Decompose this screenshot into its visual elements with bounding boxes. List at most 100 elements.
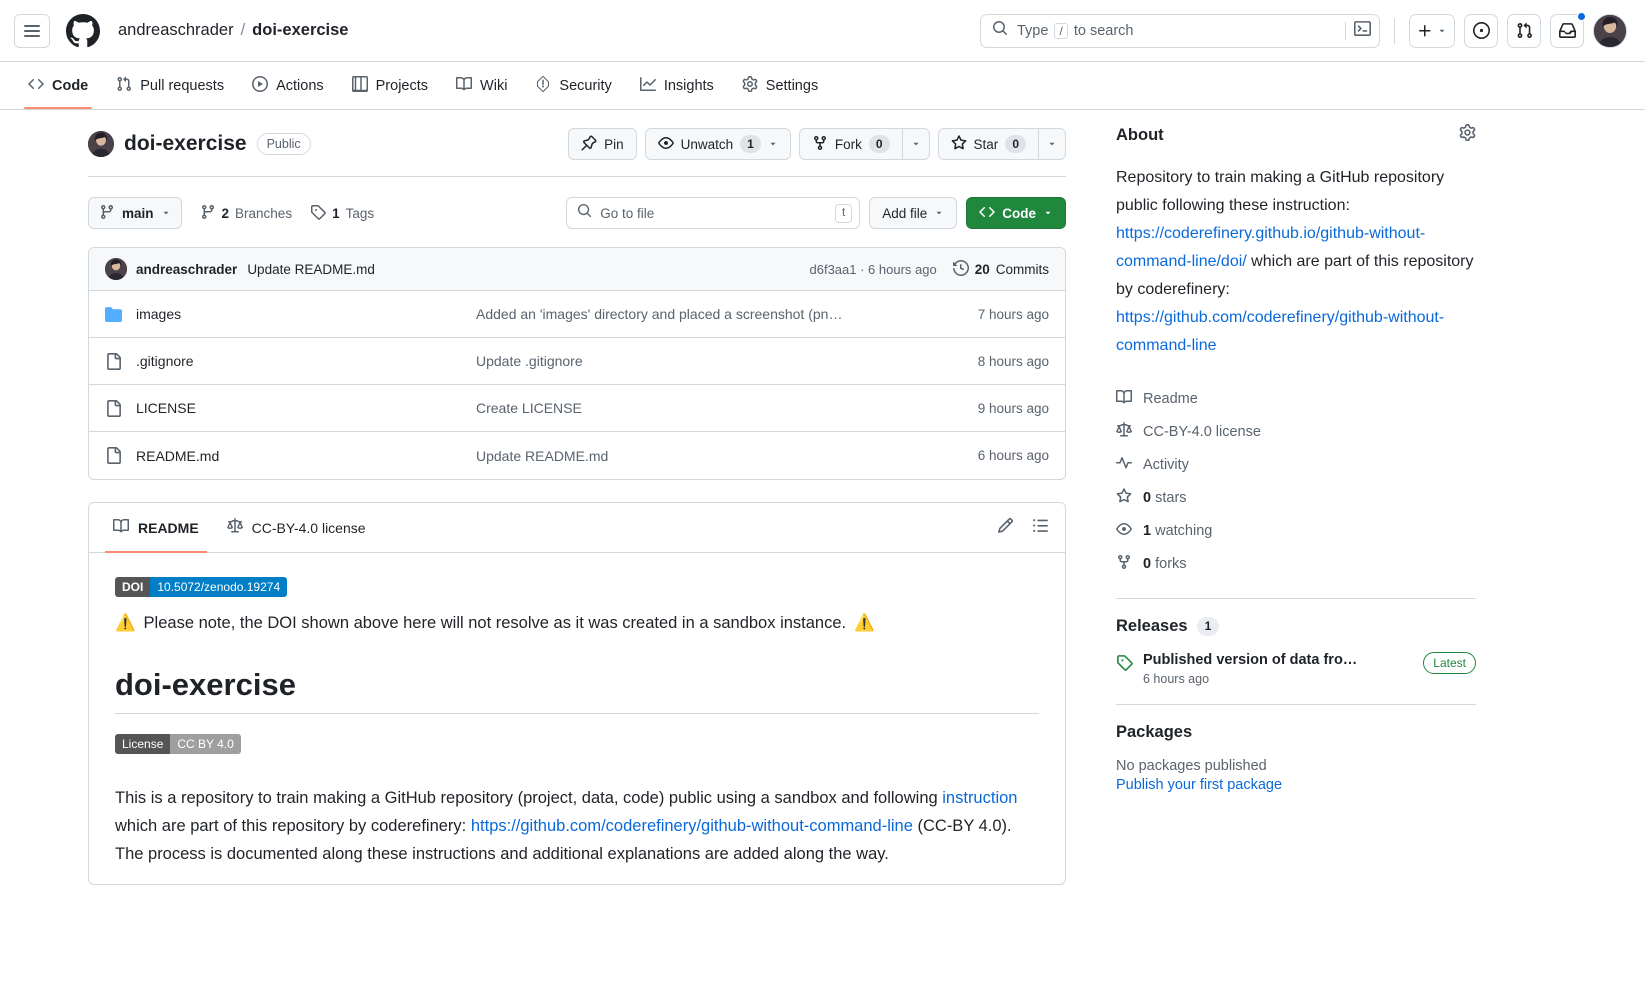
star-dropdown-button[interactable]	[1038, 128, 1066, 160]
search-input[interactable]: Type / to search	[980, 13, 1380, 48]
go-to-file-shortcut: t	[835, 203, 853, 223]
table-of-contents-icon[interactable]	[1032, 517, 1049, 539]
hamburger-menu-icon[interactable]	[14, 13, 50, 48]
issues-icon-button[interactable]	[1464, 13, 1498, 48]
readme-paragraph: This is a repository to train making a G…	[115, 784, 1039, 868]
file-name[interactable]: .gitignore	[136, 353, 476, 369]
tab-license[interactable]: CC-BY-4.0 license	[219, 503, 374, 552]
code-button[interactable]: Code	[966, 197, 1066, 229]
release-title[interactable]: Published version of data fro…	[1143, 652, 1357, 668]
repository-nav: Code Pull requests Actions Projects Wiki…	[0, 62, 1645, 110]
readme-instruction-link[interactable]: instruction	[942, 789, 1017, 807]
tab-code[interactable]: Code	[16, 62, 100, 109]
release-info: Published version of data fro… 6 hours a…	[1143, 652, 1357, 686]
sidebar-item-forks[interactable]: 0 forks	[1116, 547, 1476, 580]
license-badge[interactable]: License CC BY 4.0	[115, 734, 241, 754]
branches-count: 2	[221, 205, 230, 221]
sidebar-item-watching[interactable]: 1 watching	[1116, 514, 1476, 547]
star-button-group: Star 0	[937, 128, 1066, 160]
releases-header: Releases 1	[1116, 617, 1476, 636]
file-name[interactable]: images	[136, 306, 476, 322]
tab-actions[interactable]: Actions	[240, 62, 336, 109]
fork-dropdown-button[interactable]	[901, 128, 930, 160]
book-icon	[456, 76, 473, 96]
about-settings-gear-icon[interactable]	[1459, 124, 1476, 146]
sidebar-item-label: Readme	[1143, 390, 1198, 407]
search-icon	[992, 20, 1008, 41]
pin-button[interactable]: Pin	[568, 128, 637, 160]
release-item[interactable]: Published version of data fro… 6 hours a…	[1116, 652, 1476, 686]
edit-pencil-icon[interactable]	[997, 517, 1014, 539]
tab-projects[interactable]: Projects	[340, 62, 440, 109]
file-name[interactable]: README.md	[136, 448, 476, 464]
file-commit-message[interactable]: Update .gitignore	[476, 353, 978, 369]
doi-badge-label: DOI	[115, 577, 151, 597]
fork-button[interactable]: Fork 0	[798, 128, 902, 160]
branch-selector[interactable]: main	[88, 197, 182, 229]
table-row[interactable]: images Added an 'images' directory and p…	[89, 291, 1065, 338]
unwatch-button[interactable]: Unwatch 1	[644, 128, 791, 160]
packages-empty-text: No packages published	[1116, 758, 1267, 774]
go-to-file-placeholder: Go to file	[600, 205, 655, 221]
add-file-button[interactable]: Add file	[869, 197, 958, 229]
sidebar-item-label: 0 forks	[1143, 556, 1187, 572]
file-commit-message[interactable]: Create LICENSE	[476, 400, 978, 416]
tag-icon	[1116, 652, 1133, 676]
file-name[interactable]: LICENSE	[136, 400, 476, 416]
license-badge-label: License	[115, 734, 171, 754]
forks-count: 0	[1143, 555, 1152, 572]
sidebar-divider	[1116, 598, 1476, 599]
header-actions: Type / to search	[980, 11, 1627, 48]
commit-author[interactable]: andreaschrader	[136, 262, 237, 277]
doi-badge[interactable]: DOI 10.5072/zenodo.19274	[115, 577, 288, 597]
pull-requests-icon-button[interactable]	[1507, 13, 1541, 48]
sidebar-item-stars[interactable]: 0 stars	[1116, 481, 1476, 514]
tags-link[interactable]: 1 Tags	[310, 204, 374, 223]
user-avatar[interactable]	[1593, 13, 1627, 48]
star-button[interactable]: Star 0	[937, 128, 1038, 160]
sidebar-item-license[interactable]: CC-BY-4.0 license	[1116, 415, 1476, 448]
owner-avatar[interactable]	[88, 131, 114, 157]
table-row[interactable]: README.md Update README.md 6 hours ago	[89, 432, 1065, 479]
breadcrumb-owner[interactable]: andreaschrader	[118, 21, 234, 40]
tab-wiki[interactable]: Wiki	[444, 62, 519, 109]
sidebar-item-activity[interactable]: Activity	[1116, 448, 1476, 481]
commit-author-avatar[interactable]	[105, 258, 127, 280]
sidebar-divider	[1116, 704, 1476, 705]
star-count: 0	[1005, 135, 1026, 153]
table-icon	[351, 75, 368, 96]
table-row[interactable]: .gitignore Update .gitignore 8 hours ago	[89, 338, 1065, 385]
branches-link[interactable]: 2 Branches	[200, 204, 292, 223]
notifications-button[interactable]	[1550, 11, 1586, 48]
go-to-file-input[interactable]: Go to file t	[566, 197, 861, 229]
commit-hash-and-time[interactable]: d6f3aa1 · 6 hours ago	[810, 262, 937, 277]
file-time: 8 hours ago	[977, 353, 1049, 369]
tab-pull-requests[interactable]: Pull requests	[104, 62, 236, 109]
code-button-label: Code	[1002, 205, 1036, 221]
file-commit-message[interactable]: Added an 'images' directory and placed a…	[476, 306, 978, 322]
code-icon	[979, 204, 995, 223]
file-commit-message[interactable]: Update README.md	[476, 448, 978, 464]
about-link-github[interactable]: https://github.com/coderefinery/github-w…	[1116, 309, 1444, 354]
publish-package-link[interactable]: Publish your first package	[1116, 777, 1476, 793]
commits-count-link[interactable]: 20 Commits	[952, 259, 1049, 279]
tab-settings[interactable]: Settings	[730, 62, 830, 109]
create-new-button[interactable]	[1409, 13, 1455, 48]
star-icon	[951, 134, 967, 154]
breadcrumb-repo[interactable]: doi-exercise	[252, 21, 348, 40]
github-logo-icon[interactable]	[66, 13, 100, 48]
tab-readme[interactable]: README	[105, 503, 207, 553]
command-palette-icon[interactable]	[1354, 20, 1371, 42]
tab-readme-label: README	[138, 519, 199, 536]
tab-insights[interactable]: Insights	[628, 62, 726, 109]
page-body: doi-exercise Public Pin Unwatch 1 Fork 0…	[0, 110, 1645, 885]
breadcrumb: andreaschrader / doi-exercise	[118, 21, 348, 40]
table-row[interactable]: LICENSE Create LICENSE 9 hours ago	[89, 385, 1065, 432]
sidebar-item-readme[interactable]: Readme	[1116, 382, 1476, 415]
readme-coderefinery-link[interactable]: https://github.com/coderefinery/github-w…	[471, 817, 913, 835]
commit-message[interactable]: Update README.md	[247, 262, 375, 277]
search-divider	[1345, 21, 1346, 40]
page-title[interactable]: doi-exercise	[124, 132, 247, 156]
toolbar-right: Go to file t Add file Code	[566, 197, 1066, 229]
tab-security[interactable]: Security	[523, 62, 623, 109]
